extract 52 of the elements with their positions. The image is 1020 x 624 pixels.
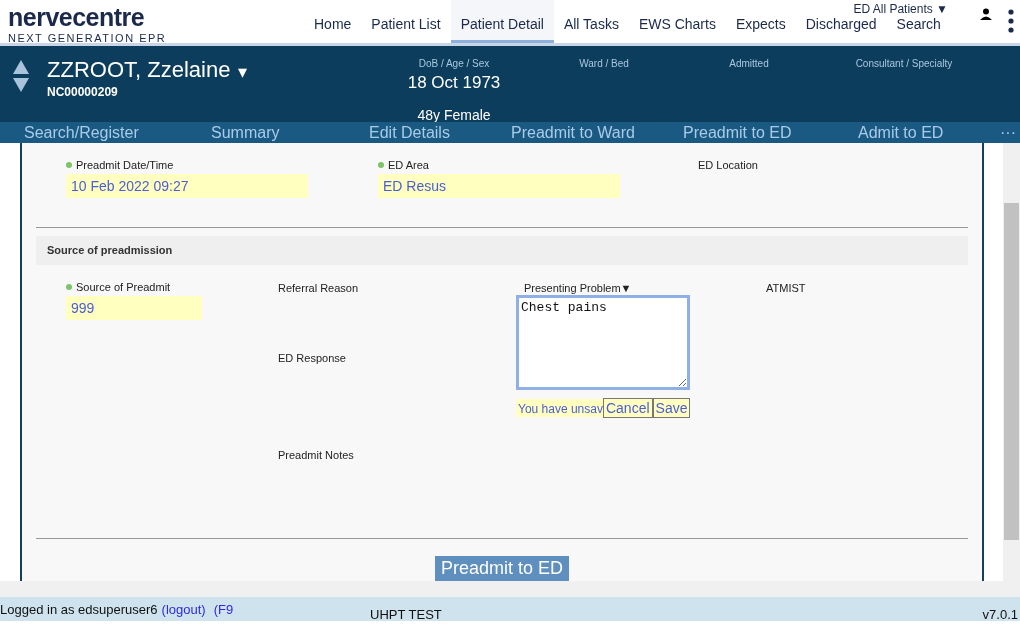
field-label: ED Area	[388, 157, 429, 173]
environment-name: UHPT TEST	[370, 606, 442, 621]
save-button[interactable]: Save	[652, 398, 691, 419]
field-label: Preadmit Date/Time	[76, 157, 174, 173]
section-header: Source of preadmission	[36, 235, 968, 266]
version-label: v7.0.1	[982, 606, 1019, 621]
field-label: Ward / Bed	[579, 57, 629, 71]
unsaved-warning: You have unsav	[516, 399, 603, 418]
nav-tab[interactable]: EWS Charts	[628, 0, 726, 43]
field-label: Referral Reason	[278, 281, 360, 295]
field-label: Preadmit Notes	[278, 447, 355, 463]
action-link[interactable]: Preadmit to ED	[683, 123, 858, 142]
patient-name: ZZROOT, Zzelaine	[47, 57, 231, 83]
login-status: Logged in as edsuperuser6	[0, 601, 158, 619]
field-label: ED Location	[698, 157, 758, 173]
patient-menu-caret[interactable]: ▾	[238, 63, 248, 81]
cancel-button[interactable]: Cancel	[602, 398, 653, 419]
nav-tab[interactable]: Home	[304, 0, 362, 43]
field-label: Source of Preadmit	[76, 280, 171, 296]
more-actions-button[interactable]: ···	[1000, 124, 1016, 141]
field-value: 48y Female	[417, 106, 491, 125]
previous-patient-icon[interactable]	[13, 60, 29, 74]
field-label: DoB / Age / Sex	[418, 57, 490, 71]
field-value: 10 Feb 2022 09:27	[66, 174, 308, 198]
logo-subtitle: NEXT GENERATION EPR	[8, 31, 168, 46]
action-link[interactable]: Edit Details	[369, 123, 511, 142]
text-area[interactable]: Chest pains	[516, 295, 690, 391]
presenting-problem-dropdown[interactable]: Presenting Problem▼	[516, 280, 766, 295]
field-value: 999	[66, 296, 202, 321]
action-link[interactable]: Preadmit to Ward	[511, 123, 683, 142]
field-label: Admitted	[729, 57, 769, 71]
vertical-scrollbar[interactable]	[1003, 143, 1020, 581]
logo-wordmark: nervecentre	[8, 4, 146, 30]
field-label: ATMIST	[766, 281, 806, 295]
action-link[interactable]: Search/Register	[24, 123, 211, 142]
shortcut-hint: (F9	[213, 601, 234, 619]
nav-tab[interactable]: Patient Detail	[450, 0, 554, 43]
field-value: 18 Oct 1973	[407, 72, 501, 94]
patient-id: NC00000209	[47, 84, 119, 101]
user-icon[interactable]	[980, 8, 992, 20]
field-value: ED Resus	[378, 174, 620, 198]
field-label: Consultant / Specialty	[855, 57, 953, 71]
logout-link[interactable]: (logout)	[161, 600, 206, 620]
field-label: ED Response	[278, 351, 347, 367]
nav-tab[interactable]: All Tasks	[553, 0, 629, 43]
horizontal-scrollbar[interactable]	[0, 581, 1020, 597]
action-link[interactable]: Summary	[211, 123, 369, 142]
nav-tab[interactable]: Patient List	[361, 0, 451, 43]
nav-tab[interactable]: Expects	[725, 0, 796, 43]
action-link[interactable]: Admit to ED	[858, 123, 996, 142]
more-menu-icon[interactable]	[1008, 9, 1014, 33]
next-patient-icon[interactable]	[13, 78, 29, 92]
